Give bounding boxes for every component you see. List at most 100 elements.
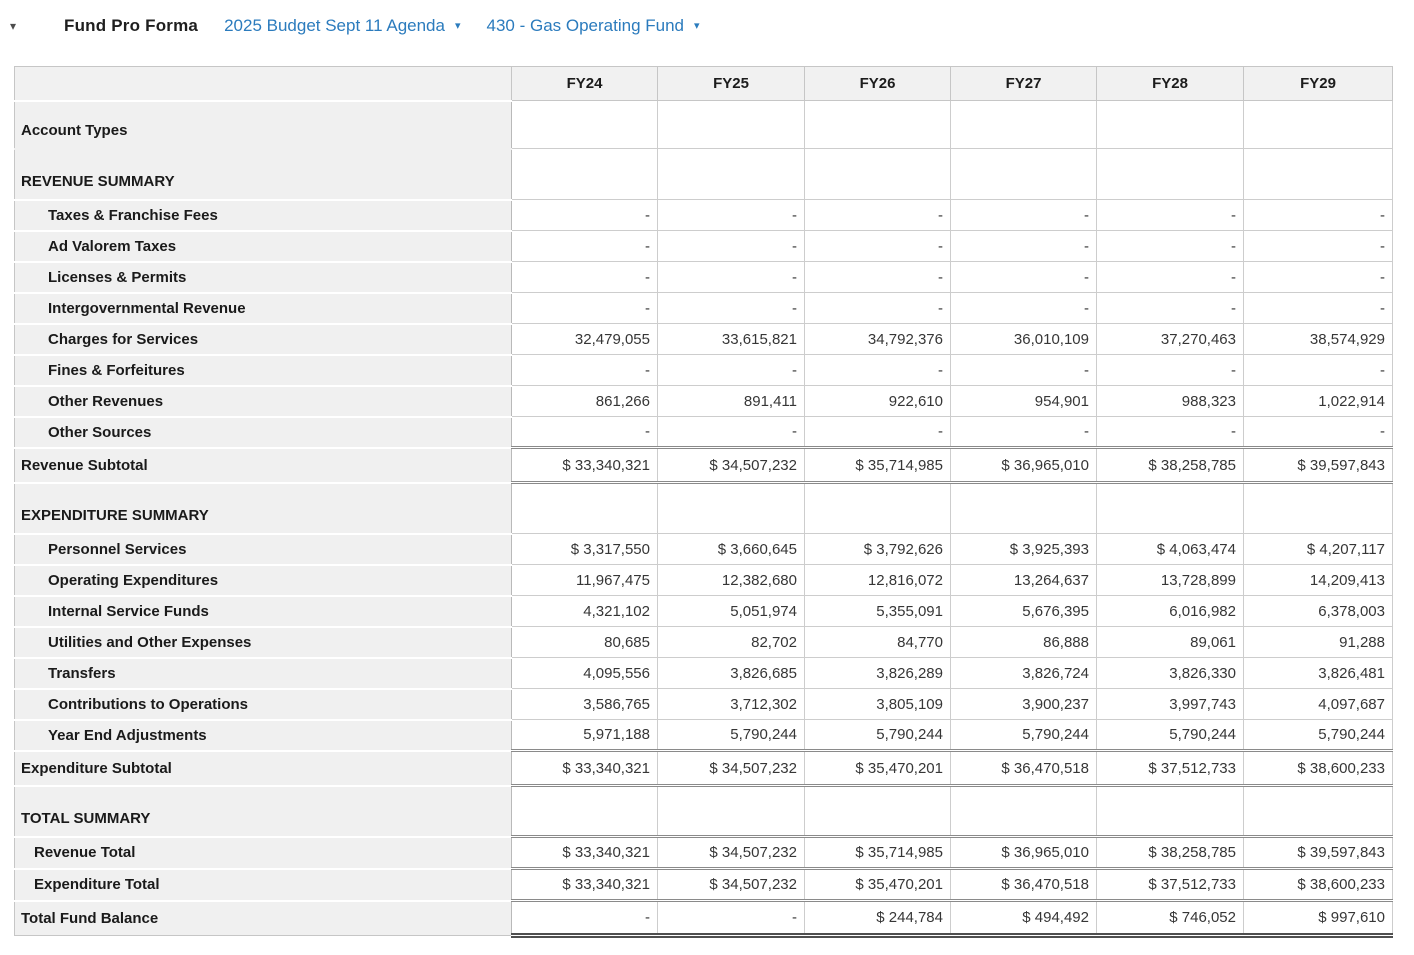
value-cell: 1,022,914 [1243, 385, 1393, 417]
table-row: Revenue Total $ 33,340,321 $ 34,507,232 $ 3… [14, 835, 1393, 870]
value-cell: - [1243, 261, 1393, 293]
value-cell: - [804, 199, 951, 231]
value-cell: - [804, 261, 951, 293]
value-cell: - [804, 416, 951, 448]
value-cell: 11,967,475 [511, 564, 658, 596]
value-cell: - [1096, 354, 1244, 386]
value-cell: $ 35,714,985 [804, 835, 951, 870]
chevron-down-icon: ▾ [454, 19, 461, 32]
value-cell: - [804, 354, 951, 386]
value-cell: $ 36,965,010 [950, 446, 1097, 484]
budget-dropdown[interactable]: 2025 Budget Sept 11 Agenda ▾ [224, 16, 460, 36]
value-cell: $ 3,317,550 [511, 533, 658, 565]
value-cell [1096, 148, 1244, 200]
value-cell: - [511, 292, 658, 324]
value-cell [511, 100, 658, 149]
value-cell: 12,382,680 [657, 564, 805, 596]
value-cell: $ 746,052 [1096, 899, 1244, 938]
value-cell: $ 38,258,785 [1096, 446, 1244, 484]
fund-dropdown[interactable]: 430 - Gas Operating Fund ▾ [487, 16, 700, 36]
row-label: Fines & Forfeitures [14, 353, 512, 387]
value-cell: $ 3,925,393 [950, 533, 1097, 565]
value-cell: $ 494,492 [950, 899, 1097, 938]
value-cell: - [804, 292, 951, 324]
row-label: EXPENDITURE SUMMARY [14, 481, 512, 535]
value-cell: - [511, 230, 658, 262]
value-cell: - [511, 416, 658, 448]
row-label: Expenditure Subtotal [14, 749, 512, 787]
row-label: Expenditure Total [14, 867, 512, 902]
corner-header-cell [14, 66, 512, 101]
value-cell [950, 100, 1097, 149]
value-cell: $ 33,340,321 [511, 446, 658, 484]
value-cell [804, 148, 951, 200]
value-cell: - [1243, 354, 1393, 386]
fund-pro-forma-page: ▾ Fund Pro Forma 2025 Budget Sept 11 Age… [0, 0, 1414, 955]
value-cell [804, 482, 951, 534]
value-cell: 5,051,974 [657, 595, 805, 627]
value-cell: - [657, 416, 805, 448]
value-cell: $ 34,507,232 [657, 749, 805, 787]
table-row: Contributions to Operations 3,586,765 3,71… [14, 687, 1393, 721]
value-cell: - [657, 261, 805, 293]
value-cell: 6,378,003 [1243, 595, 1393, 627]
value-cell: 6,016,982 [1096, 595, 1244, 627]
row-label: Contributions to Operations [14, 687, 512, 721]
column-header-row: FY24 FY25 FY26 FY27 FY28 FY29 [14, 66, 1393, 101]
report-title: Fund Pro Forma [64, 16, 199, 35]
value-cell: 5,676,395 [950, 595, 1097, 627]
value-cell: - [1243, 230, 1393, 262]
value-cell: $ 34,507,232 [657, 446, 805, 484]
value-cell: - [1096, 261, 1244, 293]
value-cell: 922,610 [804, 385, 951, 417]
value-cell: - [657, 199, 805, 231]
value-cell: 91,288 [1243, 626, 1393, 658]
table-row: Expenditure Total $ 33,340,321 $ 34,507,23… [14, 867, 1393, 902]
value-cell: 5,355,091 [804, 595, 951, 627]
value-cell: $ 33,340,321 [511, 835, 658, 870]
value-cell: $ 39,597,843 [1243, 835, 1393, 870]
column-header-fy27: FY27 [950, 66, 1097, 101]
chevron-down-icon: ▾ [694, 19, 700, 32]
report-header: ▾ Fund Pro Forma 2025 Budget Sept 11 Age… [0, 0, 1414, 39]
table-row: Expenditure Subtotal $ 33,340,321 $ 34,507… [14, 749, 1393, 787]
value-cell [657, 785, 805, 837]
value-cell [657, 148, 805, 200]
value-cell: 86,888 [950, 626, 1097, 658]
value-cell [804, 785, 951, 837]
value-cell [950, 148, 1097, 200]
row-label: Operating Expenditures [14, 563, 512, 597]
value-cell: $ 3,660,645 [657, 533, 805, 565]
value-cell: 4,095,556 [511, 657, 658, 689]
table-row: REVENUE SUMMARY [14, 147, 1393, 201]
value-cell: 3,826,685 [657, 657, 805, 689]
value-cell [950, 482, 1097, 534]
row-label: Year End Adjustments [14, 718, 512, 752]
table-row: Other Revenues 861,266 891,411 922,610 954,9… [14, 384, 1393, 418]
value-cell: $ 33,340,321 [511, 749, 658, 787]
row-label: Intergovernmental Revenue [14, 291, 512, 325]
table-row: Year End Adjustments 5,971,188 5,790,244 5,… [14, 718, 1393, 752]
table-row: TOTAL SUMMARY [14, 784, 1393, 838]
table-row: Revenue Subtotal $ 33,340,321 $ 34,507,232… [14, 446, 1393, 484]
pro-forma-table: FY24 FY25 FY26 FY27 FY28 FY29 Account Types RE… [14, 66, 1393, 938]
value-cell: $ 36,470,518 [950, 749, 1097, 787]
value-cell: 80,685 [511, 626, 658, 658]
budget-dropdown-label: 2025 Budget Sept 11 Agenda [224, 16, 445, 35]
value-cell [511, 785, 658, 837]
column-header-fy24: FY24 [511, 66, 658, 101]
value-cell: 5,790,244 [1243, 719, 1393, 751]
value-cell: 34,792,376 [804, 323, 951, 355]
value-cell: $ 997,610 [1243, 899, 1393, 938]
value-cell: 13,728,899 [1096, 564, 1244, 596]
row-label: Personnel Services [14, 532, 512, 566]
table-row: Other Sources - - - - - - [14, 415, 1393, 449]
collapse-caret-icon[interactable]: ▾ [10, 20, 26, 32]
value-cell: 36,010,109 [950, 323, 1097, 355]
value-cell: 3,826,724 [950, 657, 1097, 689]
value-cell: 13,264,637 [950, 564, 1097, 596]
value-cell: $ 35,470,201 [804, 867, 951, 902]
value-cell: 82,702 [657, 626, 805, 658]
table-row: Licenses & Permits - - - - - - [14, 260, 1393, 294]
value-cell [657, 482, 805, 534]
